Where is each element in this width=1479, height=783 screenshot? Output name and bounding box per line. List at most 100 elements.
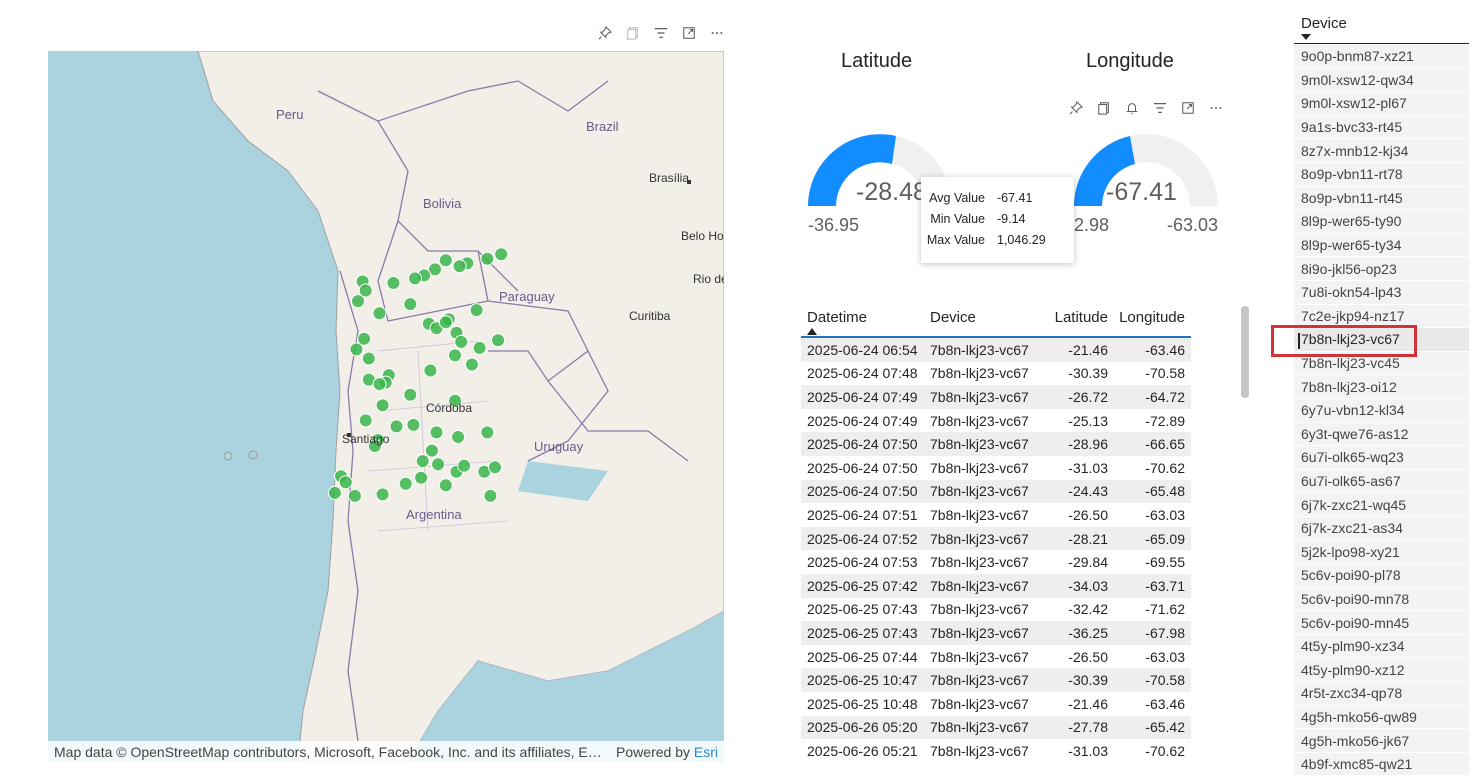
slicer-item[interactable]: 8l9p-wer65-ty34 xyxy=(1294,233,1469,258)
table-row[interactable]: 2025-06-25 10:48 7b8n-lkj23-vc67 -21.46 -63… xyxy=(801,692,1191,716)
device-marker[interactable] xyxy=(472,340,487,355)
slicer-item[interactable]: 8l9p-wer65-ty90 xyxy=(1294,210,1469,234)
bell-icon[interactable] xyxy=(1124,100,1140,116)
table-row[interactable]: 2025-06-25 10:47 7b8n-lkj23-vc67 -30.39 -70… xyxy=(801,668,1191,692)
device-marker[interactable] xyxy=(480,251,495,266)
slicer-item[interactable]: 8i9o-jkl56-op23 xyxy=(1294,257,1469,281)
table-row[interactable]: 2025-06-24 07:49 7b8n-lkj23-vc67 -26.72 -64… xyxy=(801,385,1191,409)
device-marker[interactable] xyxy=(327,485,342,500)
device-marker[interactable] xyxy=(372,306,387,321)
device-marker[interactable] xyxy=(415,454,430,469)
slicer-item[interactable]: 5j2k-lpo98-xy21 xyxy=(1294,540,1469,565)
filter-icon[interactable] xyxy=(653,25,669,41)
device-marker[interactable] xyxy=(429,425,444,440)
device-marker[interactable] xyxy=(414,470,429,485)
slicer-item[interactable]: 7u8i-okn54-lp43 xyxy=(1294,280,1469,305)
device-marker[interactable] xyxy=(438,253,453,268)
slicer-item[interactable]: 8o9p-vbn11-rt78 xyxy=(1294,162,1469,187)
device-marker[interactable] xyxy=(361,351,376,366)
column-header-datetime[interactable]: Datetime xyxy=(801,309,924,335)
more-options-icon[interactable] xyxy=(709,25,725,41)
device-marker[interactable] xyxy=(389,419,404,434)
device-marker[interactable] xyxy=(494,247,509,262)
focus-mode-icon[interactable] xyxy=(681,25,697,41)
device-marker[interactable] xyxy=(452,259,467,274)
slicer-item[interactable]: 4b9f-xmc85-qw21 xyxy=(1294,752,1469,777)
device-marker[interactable] xyxy=(438,478,453,493)
table-row[interactable]: 2025-06-24 07:50 7b8n-lkj23-vc67 -28.96 -66… xyxy=(801,432,1191,456)
slicer-item[interactable]: 5c6v-poi90-mn45 xyxy=(1294,611,1469,635)
table-row[interactable]: 2025-06-24 07:50 7b8n-lkj23-vc67 -24.43 -65… xyxy=(801,479,1191,504)
device-marker[interactable] xyxy=(438,315,453,330)
device-marker[interactable] xyxy=(491,333,506,348)
filter-icon[interactable] xyxy=(1152,100,1168,116)
table-row[interactable]: 2025-06-25 07:43 7b8n-lkj23-vc67 -32.42 -71… xyxy=(801,598,1191,622)
device-marker[interactable] xyxy=(358,413,373,428)
slicer-item[interactable]: 5c6v-poi90-pl78 xyxy=(1294,564,1469,588)
table-row[interactable]: 2025-06-25 07:44 7b8n-lkj23-vc67 -26.50 -63… xyxy=(801,645,1191,669)
slicer-item[interactable]: 8z7x-mnb12-kj34 xyxy=(1294,139,1469,163)
slicer-item[interactable]: 4r5t-zxc34-qp78 xyxy=(1294,682,1469,706)
table-row[interactable]: 2025-06-26 05:20 7b8n-lkj23-vc67 -27.78 -65… xyxy=(801,715,1191,740)
slicer-item[interactable]: 6j7k-zxc21-wq45 xyxy=(1294,493,1469,517)
copy-icon[interactable] xyxy=(1096,100,1112,116)
device-marker[interactable] xyxy=(408,271,422,286)
table-row[interactable]: 2025-06-24 07:48 7b8n-lkj23-vc67 -30.39 -70… xyxy=(801,362,1191,386)
slicer-item[interactable]: 6y3t-qwe76-as12 xyxy=(1294,422,1469,447)
device-marker[interactable] xyxy=(431,457,446,472)
table-scrollbar[interactable] xyxy=(1241,306,1249,398)
table-row[interactable]: 2025-06-25 07:42 7b8n-lkj23-vc67 -34.03 -63… xyxy=(801,573,1191,598)
slicer-item[interactable]: 4t5y-plm90-xz12 xyxy=(1294,658,1469,683)
device-marker[interactable] xyxy=(424,443,439,458)
slicer-item[interactable]: 9m0l-xsw12-qw34 xyxy=(1294,68,1469,93)
device-marker[interactable] xyxy=(457,458,472,473)
column-header-longitude[interactable]: Longitude xyxy=(1108,309,1191,326)
slicer-item[interactable]: 9m0l-xsw12-pl67 xyxy=(1294,92,1469,116)
table-row[interactable]: 2025-06-24 06:54 7b8n-lkj23-vc67 -21.46 -63… xyxy=(801,338,1191,362)
column-header-latitude[interactable]: Latitude xyxy=(1033,309,1108,326)
pin-icon[interactable] xyxy=(1068,100,1084,116)
sort-descending-icon[interactable] xyxy=(1301,34,1311,40)
device-marker[interactable] xyxy=(403,387,418,402)
device-marker[interactable] xyxy=(372,377,387,392)
table-row[interactable]: 2025-06-24 07:49 7b8n-lkj23-vc67 -25.13 -72… xyxy=(801,409,1191,433)
copy-icon[interactable] xyxy=(625,25,641,41)
device-marker[interactable] xyxy=(488,460,502,475)
device-marker[interactable] xyxy=(483,488,498,503)
slicer-item[interactable]: 6u7i-olk65-wq23 xyxy=(1294,446,1469,470)
device-marker[interactable] xyxy=(351,294,365,309)
device-marker[interactable] xyxy=(403,297,418,312)
table-row[interactable]: 2025-06-26 05:21 7b8n-lkj23-vc67 -31.03 -70… xyxy=(801,739,1191,763)
map-canvas[interactable]: Peru Brazil Bolivia Brasília Belo Ho Rio… xyxy=(48,51,724,762)
column-header-device[interactable]: Device xyxy=(924,309,1033,326)
table-row[interactable]: 2025-06-24 07:51 7b8n-lkj23-vc67 -26.50 -63… xyxy=(801,503,1191,527)
slicer-item[interactable]: 4t5y-plm90-xz34 xyxy=(1294,634,1469,659)
slicer-item[interactable]: 9a1s-bvc33-rt45 xyxy=(1294,115,1469,140)
device-marker[interactable] xyxy=(338,475,353,490)
slicer-item[interactable]: 7b8n-lkj23-oi12 xyxy=(1294,375,1469,399)
slicer-item[interactable]: 4g5h-mko56-qw89 xyxy=(1294,705,1469,730)
esri-link[interactable]: Esri xyxy=(694,744,718,760)
slicer-item[interactable]: 4g5h-mko56-jk67 xyxy=(1294,729,1469,753)
device-marker[interactable] xyxy=(448,348,462,363)
slicer-item[interactable]: 6y7u-vbn12-kl34 xyxy=(1294,398,1469,423)
table-row[interactable]: 2025-06-24 07:53 7b8n-lkj23-vc67 -29.84 -69… xyxy=(801,550,1191,574)
table-row[interactable]: 2025-06-24 07:50 7b8n-lkj23-vc67 -31.03 -70… xyxy=(801,456,1191,480)
device-marker[interactable] xyxy=(349,342,364,357)
device-marker[interactable] xyxy=(375,487,390,502)
device-marker[interactable] xyxy=(464,357,479,372)
device-marker[interactable] xyxy=(451,430,466,444)
device-marker[interactable] xyxy=(423,363,438,378)
more-options-icon[interactable] xyxy=(1208,100,1224,116)
slicer-item[interactable]: 8o9p-vbn11-rt45 xyxy=(1294,186,1469,211)
device-marker[interactable] xyxy=(347,488,362,503)
device-marker[interactable] xyxy=(386,276,401,290)
focus-mode-icon[interactable] xyxy=(1180,100,1196,116)
device-marker[interactable] xyxy=(480,425,495,440)
device-marker[interactable] xyxy=(469,303,484,318)
table-row[interactable]: 2025-06-24 07:52 7b8n-lkj23-vc67 -28.21 -65… xyxy=(801,526,1191,551)
pin-icon[interactable] xyxy=(597,25,613,41)
slicer-item[interactable]: 5c6v-poi90-mn78 xyxy=(1294,587,1469,612)
slicer-item[interactable]: 6u7i-olk65-as67 xyxy=(1294,469,1469,494)
slicer-item[interactable]: 6j7k-zxc21-as34 xyxy=(1294,516,1469,541)
